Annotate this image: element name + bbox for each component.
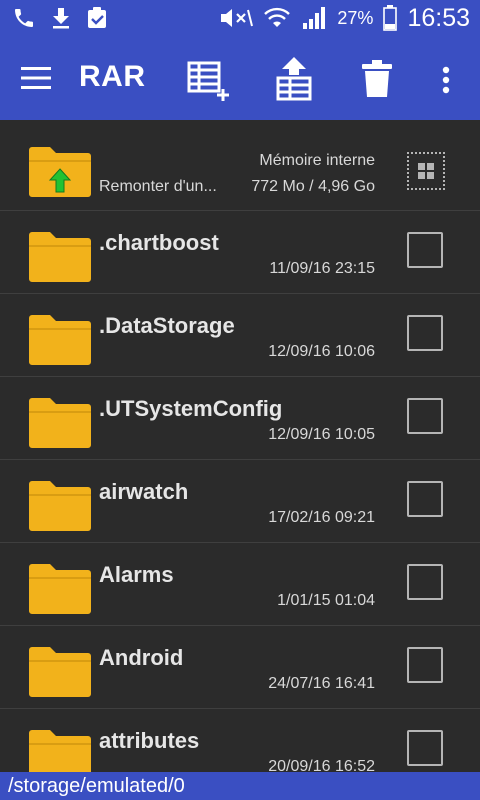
- list-item[interactable]: Alarms 1/01/15 01:04: [0, 542, 480, 626]
- download-icon: [53, 8, 69, 29]
- list-item[interactable]: .DataStorage 12/09/16 10:06: [0, 293, 480, 377]
- file-name: .chartboost: [99, 230, 219, 255]
- wifi-icon: [264, 7, 291, 27]
- file-list: Mémoire interne Remonter d'un... 772 Mo …: [0, 120, 480, 772]
- hamburger-icon: [21, 67, 51, 89]
- folder-icon: [29, 481, 91, 531]
- folder-icon: [29, 315, 91, 365]
- app-title: RAR: [79, 60, 146, 93]
- phone-icon: [15, 9, 33, 27]
- file-date: 24/07/16 16:41: [268, 675, 375, 692]
- list-item[interactable]: airwatch 17/02/16 09:21: [0, 459, 480, 543]
- up-label: Remonter d'un...: [99, 178, 217, 195]
- file-name: .DataStorage: [99, 313, 235, 338]
- battery-icon: [383, 5, 398, 31]
- file-date: 11/09/16 23:15: [269, 260, 375, 277]
- menu-button[interactable]: [16, 60, 56, 96]
- select-checkbox[interactable]: [407, 481, 443, 517]
- extract-icon: [276, 57, 312, 101]
- list-item[interactable]: .UTSystemConfig 12/09/16 10:05: [0, 376, 480, 460]
- add-to-archive-icon: [187, 61, 229, 101]
- add-to-archive-button[interactable]: [182, 58, 238, 102]
- battery-percent: 27%: [337, 7, 374, 28]
- file-name: .UTSystemConfig: [99, 396, 283, 421]
- path-bar: /storage/emulated/0: [0, 772, 480, 800]
- file-name: attributes: [99, 728, 200, 753]
- folder-icon: [29, 232, 91, 282]
- list-item[interactable]: Android 24/07/16 16:41: [0, 625, 480, 709]
- file-name: Android: [99, 645, 184, 670]
- status-bar: 27% 16:53: [0, 0, 480, 36]
- grid-icon: [418, 163, 434, 179]
- folder-up-icon: [29, 147, 91, 197]
- signal-icon: [303, 7, 326, 29]
- file-date: 1/01/15 01:04: [277, 592, 375, 609]
- more-vertical-icon: [442, 66, 450, 94]
- select-checkbox[interactable]: [407, 315, 443, 351]
- clipboard-check-icon: [88, 7, 106, 28]
- select-checkbox[interactable]: [407, 232, 443, 268]
- select-checkbox[interactable]: [407, 730, 443, 766]
- current-path: /storage/emulated/0: [8, 775, 185, 797]
- folder-icon: [29, 398, 91, 448]
- select-all-button[interactable]: [407, 152, 445, 190]
- more-options-button[interactable]: [434, 60, 458, 100]
- trash-icon: [362, 60, 392, 97]
- folder-icon: [29, 564, 91, 614]
- app-bar: RAR: [0, 36, 480, 120]
- select-checkbox[interactable]: [407, 564, 443, 600]
- folder-icon: [29, 647, 91, 697]
- select-checkbox[interactable]: [407, 647, 443, 683]
- storage-space: 772 Mo / 4,96 Go: [251, 178, 375, 195]
- folder-icon: [29, 730, 91, 772]
- status-time: 16:53: [407, 3, 470, 32]
- file-name: airwatch: [99, 479, 189, 504]
- delete-button[interactable]: [358, 56, 396, 102]
- file-name: Alarms: [99, 562, 174, 587]
- file-date: 12/09/16 10:05: [268, 426, 375, 443]
- storage-label: Mémoire interne: [259, 152, 375, 169]
- list-item[interactable]: attributes 20/09/16 16:52: [0, 708, 480, 772]
- parent-folder-row[interactable]: Mémoire interne Remonter d'un... 772 Mo …: [0, 120, 480, 211]
- file-date: 12/09/16 10:06: [268, 343, 375, 360]
- file-date: 20/09/16 16:52: [268, 758, 375, 772]
- extract-button[interactable]: [272, 56, 316, 102]
- list-item[interactable]: .chartboost 11/09/16 23:15: [0, 210, 480, 294]
- file-date: 17/02/16 09:21: [268, 509, 375, 526]
- select-checkbox[interactable]: [407, 398, 443, 434]
- mute-icon: [221, 9, 254, 27]
